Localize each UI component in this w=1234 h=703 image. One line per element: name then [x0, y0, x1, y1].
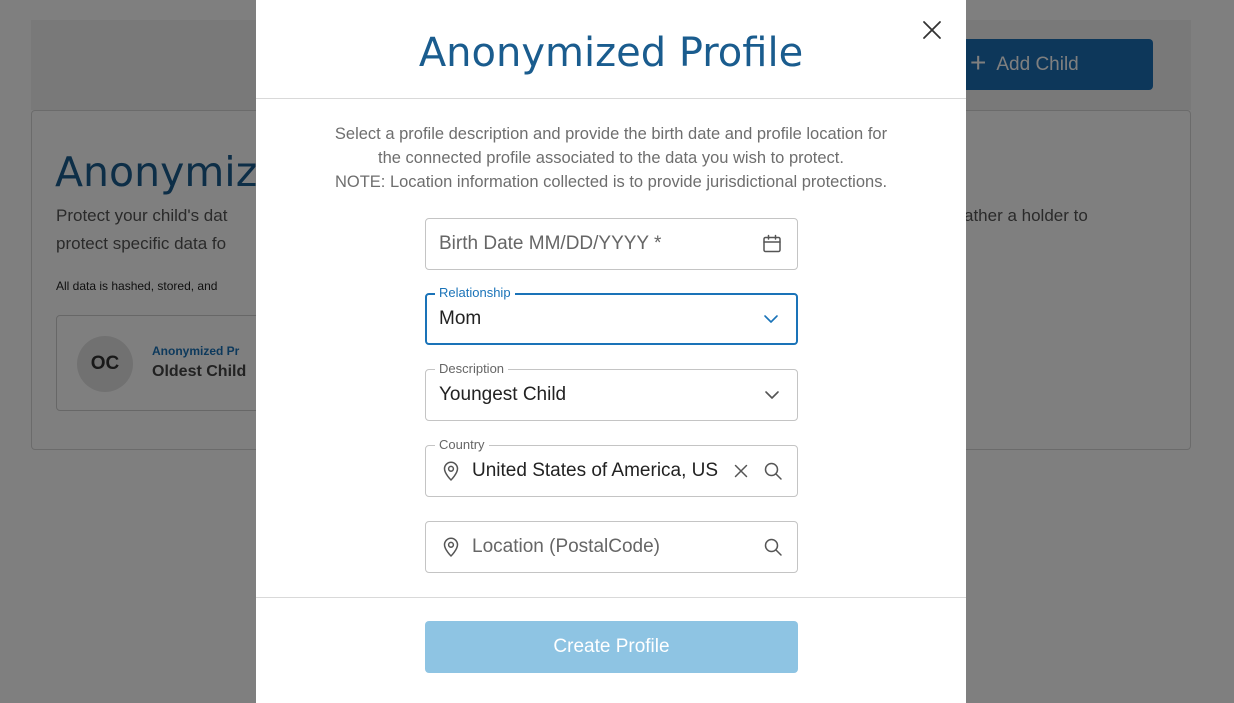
- country-label: Country: [435, 437, 489, 453]
- footer-divider: [256, 597, 966, 598]
- location-pin-icon: [443, 461, 459, 481]
- dialog-description: Select a profile description and provide…: [256, 122, 966, 194]
- dialog-title: Anonymized Profile: [418, 30, 804, 76]
- country-field[interactable]: Country United States of America, US: [425, 437, 798, 497]
- location-pin-icon: [443, 537, 459, 557]
- description-line-1: Select a profile description and provide…: [334, 125, 888, 143]
- relationship-label: Relationship: [435, 285, 515, 301]
- clear-icon[interactable]: [730, 460, 752, 482]
- chevron-down-icon: [765, 391, 779, 399]
- location-placeholder: Location (PostalCode): [472, 536, 660, 557]
- birth-date-placeholder: Birth Date MM/DD/YYYY *: [439, 233, 662, 254]
- location-postal-code-field[interactable]: Location (PostalCode): [425, 521, 798, 573]
- description-line-3: NOTE: Location information collected is …: [334, 173, 888, 191]
- description-line-2: the connected profile associated to the …: [378, 149, 844, 167]
- close-icon: [923, 21, 941, 39]
- relationship-value: Mom: [439, 308, 482, 329]
- create-profile-button[interactable]: Create Profile: [425, 621, 798, 673]
- relationship-select[interactable]: Relationship Mom: [425, 285, 798, 345]
- anonymized-profile-dialog: Anonymized Profile Select a profile desc…: [256, 0, 966, 703]
- country-value: United States of America, US: [472, 460, 719, 481]
- chevron-down-icon: [764, 315, 778, 323]
- birth-date-field[interactable]: Birth Date MM/DD/YYYY *: [425, 218, 798, 270]
- description-label: Description: [435, 361, 509, 377]
- close-button[interactable]: [920, 18, 944, 42]
- header-divider: [256, 98, 966, 99]
- search-icon[interactable]: [762, 460, 784, 482]
- search-icon[interactable]: [762, 536, 784, 558]
- description-select[interactable]: Description Youngest Child: [425, 361, 798, 421]
- description-value: Youngest Child: [439, 384, 567, 405]
- calendar-icon[interactable]: [761, 233, 783, 255]
